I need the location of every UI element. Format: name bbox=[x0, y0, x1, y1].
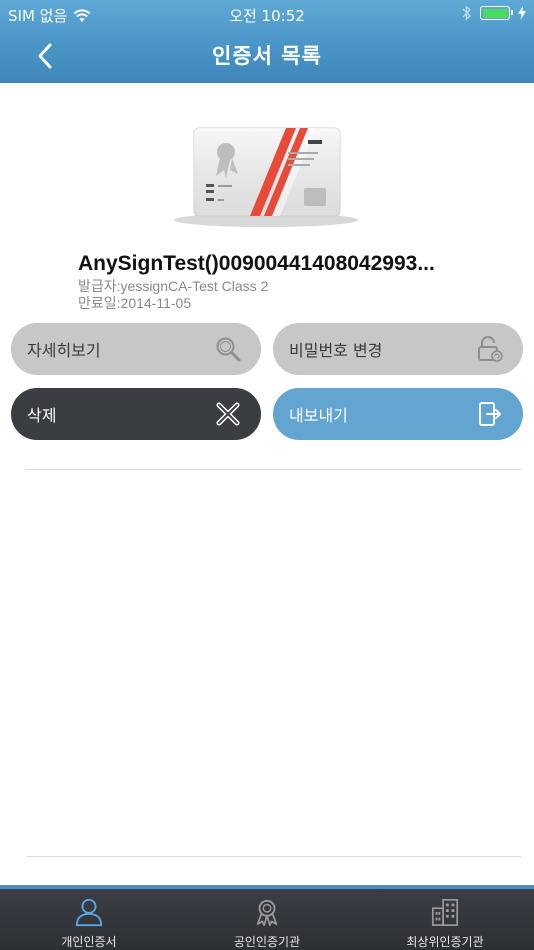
detail-button[interactable]: 자세히보기 bbox=[11, 323, 261, 375]
export-icon bbox=[475, 399, 505, 429]
tab-root-authorities[interactable]: 최상위인증기관 bbox=[356, 889, 534, 950]
divider bbox=[26, 856, 521, 857]
tab-label: 공인인증기관 bbox=[233, 935, 301, 949]
tab-personal-certificates[interactable]: 개인인증서 bbox=[0, 889, 178, 950]
bluetooth-icon bbox=[462, 5, 472, 21]
search-icon bbox=[213, 334, 243, 364]
delete-button-label: 삭제 bbox=[27, 406, 57, 425]
ribbon-icon bbox=[256, 899, 278, 926]
export-button[interactable]: 내보내기 bbox=[273, 388, 523, 440]
tab-bar: 개인인증서 공인인증기관 최상위인증기관 bbox=[0, 885, 534, 950]
unlock-icon bbox=[475, 334, 505, 364]
change-password-label: 비밀번호 변경 bbox=[289, 341, 383, 360]
status-indicators bbox=[462, 5, 526, 21]
tab-certificate-authorities[interactable]: 공인인증기관 bbox=[178, 889, 356, 950]
clock: 오전 10:52 bbox=[229, 7, 305, 25]
status-bar: SIM 없음 오전 10:52 bbox=[0, 0, 534, 28]
tab-label: 최상위인증기관 bbox=[406, 935, 484, 949]
certificate-card-icon bbox=[174, 127, 358, 227]
certificate-expiry: 만료일:2014-11-05 bbox=[78, 295, 192, 311]
nav-bar: 인증서 목록 bbox=[0, 28, 534, 83]
charging-icon bbox=[518, 6, 526, 20]
person-icon bbox=[75, 898, 103, 927]
export-button-label: 내보내기 bbox=[289, 406, 348, 425]
building-icon bbox=[431, 898, 459, 926]
battery-icon bbox=[480, 6, 513, 20]
change-password-button[interactable]: 비밀번호 변경 bbox=[273, 323, 523, 375]
delete-button[interactable]: 삭제 bbox=[11, 388, 261, 440]
header: SIM 없음 오전 10:52 인증서 목록 bbox=[0, 0, 534, 83]
divider bbox=[26, 469, 521, 470]
close-icon bbox=[213, 399, 243, 429]
detail-button-label: 자세히보기 bbox=[27, 341, 101, 360]
certificate-name: AnySignTest()00900441408042993... bbox=[78, 252, 435, 275]
tab-label: 개인인증서 bbox=[61, 935, 117, 949]
page-title: 인증서 목록 bbox=[212, 44, 322, 68]
